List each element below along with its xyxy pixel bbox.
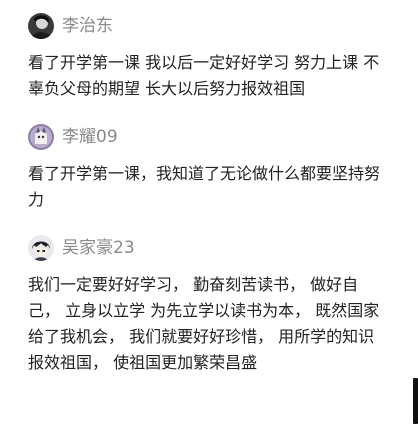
comment-item: 吴家豪23 我们一定要好好学习， 勤奋刻苦读书， 做好自己， 立身以立学 为先立… <box>28 234 388 376</box>
comment-header: 吴家豪23 <box>28 234 388 262</box>
comment-text: 看了开学第一课，我知道了无论做什么都要坚持努力 <box>28 164 381 209</box>
avatar[interactable] <box>28 13 54 39</box>
avatar[interactable] <box>28 124 54 150</box>
comment-item: 李耀09 看了开学第一课，我知道了无论做什么都要坚持努力 <box>28 123 388 213</box>
username[interactable]: 李耀09 <box>62 123 118 151</box>
avatar[interactable] <box>28 235 54 261</box>
scrollbar-thumb[interactable] <box>413 378 418 424</box>
username[interactable]: 吴家豪23 <box>62 234 135 262</box>
username[interactable]: 李治东 <box>62 12 113 40</box>
comment-item: 李治东 看了开学第一课 我以后一定好好学习 努力上课 不辜负父母的期望 长大以后… <box>28 12 388 102</box>
comment-header: 李耀09 <box>28 123 388 151</box>
comment-text: 看了开学第一课 我以后一定好好学习 努力上课 不辜负父母的期望 长大以后努力报效… <box>28 53 380 98</box>
comment-list: 李治东 看了开学第一课 我以后一定好好学习 努力上课 不辜负父母的期望 长大以后… <box>0 0 418 427</box>
dark-portrait-avatar-icon <box>28 13 54 39</box>
comment-header: 李治东 <box>28 12 388 40</box>
comment-text: 我们一定要好好学习， 勤奋刻苦读书， 做好自己， 立身以立学 为先立学以读书为本… <box>28 275 380 372</box>
purple-cartoon-avatar-icon <box>28 124 54 150</box>
anime-character-avatar-icon <box>28 235 54 261</box>
